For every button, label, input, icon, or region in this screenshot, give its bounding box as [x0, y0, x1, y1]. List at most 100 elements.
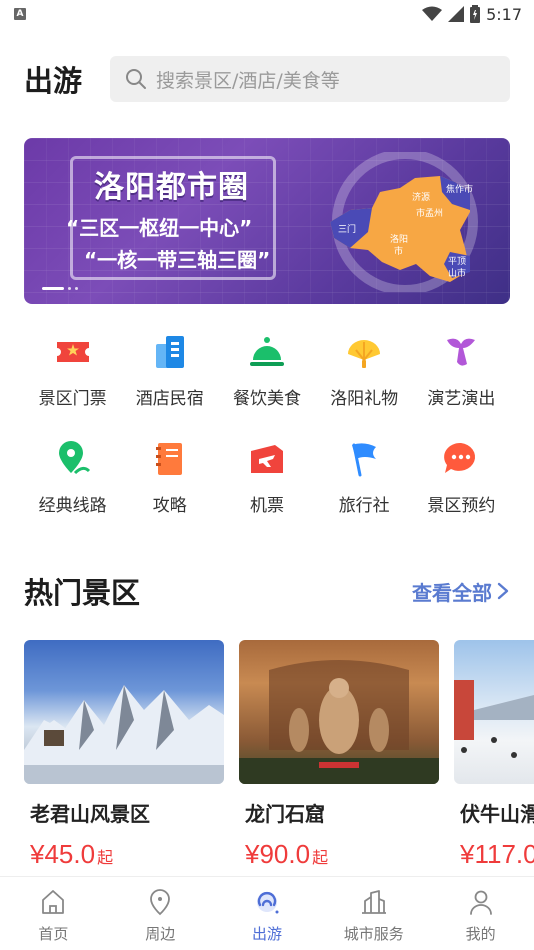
map-label: 市孟州 [416, 207, 443, 219]
notification-icon: A [14, 8, 26, 20]
category-dining[interactable]: 餐饮美食 [218, 330, 315, 409]
home-icon [42, 890, 65, 914]
category-label: 景区预约 [427, 496, 496, 516]
reservation-chat-icon [444, 442, 476, 473]
grotto-illustration [239, 660, 439, 784]
price-value: ¥117.0 [460, 839, 534, 869]
tab-nearby[interactable]: 周边 [107, 877, 214, 950]
spot-name: 老君山风景区 [30, 802, 150, 826]
section-title: 热门景区 [24, 576, 141, 610]
price-suffix: 起 [97, 848, 114, 867]
search-placeholder: 搜索景区/酒店/美食等 [156, 69, 340, 92]
battery-icon [470, 5, 481, 23]
category-flights[interactable]: 机票 [218, 437, 315, 516]
hot-spots-carousel[interactable]: 老君山风景区 ¥45.0 起 龙门石窟 ¥90.0 起 伏牛山滑 ¥117.0 [24, 640, 534, 870]
gift-fan-icon [348, 340, 381, 368]
flight-ticket-icon [250, 445, 283, 473]
spot-name: 龙门石窟 [245, 802, 325, 826]
view-all-label: 查看全部 [412, 580, 492, 605]
spot-image [239, 640, 439, 784]
category-classic-routes[interactable]: 经典线路 [24, 437, 121, 516]
ticket-icon [56, 342, 89, 362]
location-icon [150, 889, 171, 916]
hot-spots-header: 热门景区 查看全部 [24, 570, 510, 612]
guide-book-icon [155, 443, 182, 475]
tab-label: 我的 [465, 925, 496, 943]
category-label: 景区门票 [38, 389, 107, 409]
map-label: 焦作市 [446, 183, 473, 195]
category-label: 机票 [249, 496, 284, 516]
category-hotels[interactable]: 酒店民宿 [121, 330, 218, 409]
map-label: 洛阳 [390, 233, 408, 245]
spot-image [24, 640, 224, 784]
category-travel-agencies[interactable]: 旅行社 [316, 437, 413, 516]
search-input[interactable]: 搜索景区/酒店/美食等 [110, 56, 510, 102]
map-label: 济源 [412, 191, 430, 203]
category-label: 经典线路 [38, 496, 107, 516]
price-suffix: 起 [312, 848, 329, 867]
tab-label: 周边 [145, 925, 176, 943]
spot-name: 伏牛山滑 [460, 802, 534, 826]
category-label: 旅行社 [338, 496, 390, 516]
banner-subtitle-2: “一核一带三轴三圈” [84, 248, 271, 272]
tab-travel[interactable]: 出游 [214, 877, 321, 950]
tab-city-services[interactable]: 城市服务 [320, 877, 427, 950]
map-label: 市 [394, 245, 403, 257]
luoyang-map-illustration: 济源 焦作市 市孟州 三门 洛阳 市 平顶 山市 [330, 152, 478, 292]
carousel-dot[interactable] [68, 287, 71, 290]
header: 出游 搜索景区/酒店/美食等 [24, 56, 510, 102]
city-service-icon [361, 890, 386, 914]
chevron-right-icon [497, 582, 509, 600]
category-grid: 景区门票 酒店民宿 餐饮美食 洛阳礼物 演艺演出 经典线路 攻略 机票 旅行社 … [24, 330, 510, 516]
map-label: 三门 [338, 223, 356, 235]
category-scenic-reservation[interactable]: 景区预约 [413, 437, 510, 516]
spot-card[interactable]: 龙门石窟 ¥90.0 起 [239, 640, 439, 870]
search-icon [126, 69, 146, 89]
map-label: 山市 [448, 267, 466, 279]
route-icon [58, 441, 90, 475]
category-scenic-tickets[interactable]: 景区门票 [24, 330, 121, 409]
travel-agency-flag-icon [352, 443, 377, 477]
category-label: 洛阳礼物 [330, 389, 399, 409]
spot-card[interactable]: 老君山风景区 ¥45.0 起 [24, 640, 224, 870]
hotel-icon [155, 336, 184, 368]
map-label: 平顶 [448, 256, 466, 267]
spot-price: ¥90.0 起 [239, 839, 439, 870]
status-bar: A 5:17 [0, 0, 534, 28]
carousel-dot[interactable] [75, 287, 78, 290]
banner-subtitle-1: “三区一枢纽一中心” [66, 216, 253, 240]
tab-label: 首页 [38, 925, 69, 943]
spot-card[interactable]: 伏牛山滑 ¥117.0起 [454, 640, 534, 870]
performance-icon [447, 338, 476, 366]
promo-banner[interactable]: 洛阳都市圈 “三区一枢纽一中心” “一核一带三轴三圈” 济源 焦作市 市孟州 三… [24, 138, 510, 304]
price-value: ¥45.0 [30, 839, 96, 869]
category-label: 演艺演出 [427, 389, 496, 409]
clock: 5:17 [486, 4, 522, 24]
dining-icon [249, 337, 284, 366]
category-performances[interactable]: 演艺演出 [413, 330, 510, 409]
spot-image [454, 640, 534, 784]
tab-profile[interactable]: 我的 [427, 877, 534, 950]
bottom-tab-bar: 首页 周边 出游 城市服务 我的 [0, 876, 534, 950]
view-all-link[interactable]: 查看全部 [412, 577, 510, 606]
wifi-icon [422, 6, 443, 21]
category-guides[interactable]: 攻略 [121, 437, 218, 516]
ski-slope-illustration [454, 680, 534, 758]
travel-icon [256, 892, 279, 914]
tab-label: 城市服务 [343, 925, 404, 943]
category-luoyang-gifts[interactable]: 洛阳礼物 [316, 330, 413, 409]
price-value: ¥90.0 [245, 839, 311, 869]
signal-icon [448, 6, 465, 22]
category-label: 餐饮美食 [232, 389, 301, 409]
snow-mountain-illustration [24, 685, 224, 784]
tab-label: 出游 [251, 925, 282, 943]
category-label: 攻略 [152, 496, 187, 516]
carousel-indicator[interactable] [42, 287, 78, 290]
carousel-dot-active[interactable] [42, 287, 64, 290]
category-label: 酒店民宿 [135, 389, 204, 409]
spot-price: ¥45.0 起 [24, 839, 224, 870]
spot-price: ¥117.0起 [454, 839, 534, 870]
page-title: 出游 [24, 64, 83, 98]
tab-home[interactable]: 首页 [0, 877, 107, 950]
banner-title: 洛阳都市圈 [94, 170, 249, 205]
